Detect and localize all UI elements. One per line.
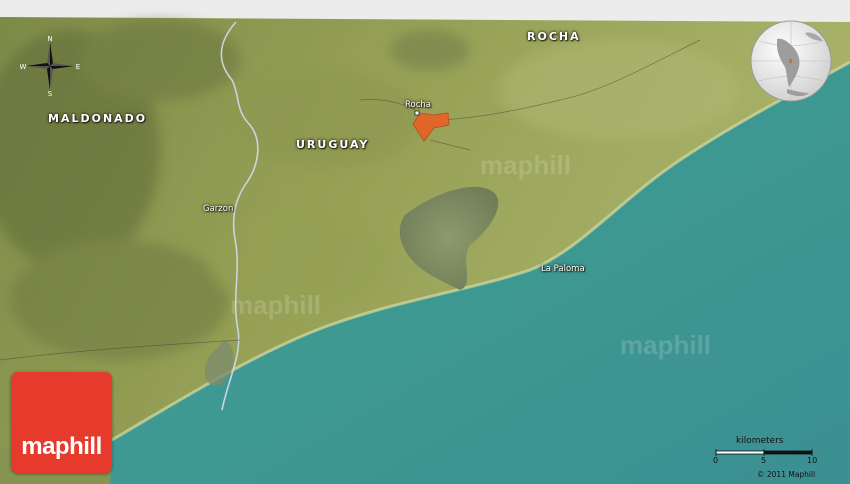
compass-w: W bbox=[20, 63, 27, 71]
scale-title: kilometers bbox=[736, 436, 784, 446]
scale-tick: 5 bbox=[761, 456, 767, 465]
region-label-maldonado[interactable]: MALDONADO bbox=[48, 112, 147, 125]
terrain-layer bbox=[0, 0, 850, 484]
compass-rose: N S W E bbox=[20, 35, 81, 98]
copyright-text: © 2011 Maphill bbox=[757, 470, 816, 479]
compass-n: N bbox=[47, 36, 52, 43]
scale-tick: 0 bbox=[713, 456, 719, 465]
logo-text: maphill bbox=[21, 433, 102, 460]
compass-icon: N S W E bbox=[20, 35, 81, 98]
maphill-logo[interactable]: maphill bbox=[11, 372, 112, 473]
city-marker-rocha bbox=[414, 110, 420, 116]
place-label-rocha[interactable]: Rocha bbox=[405, 100, 431, 110]
compass-e: E bbox=[76, 63, 80, 71]
region-label-rocha[interactable]: ROCHA bbox=[527, 30, 581, 43]
locator-globe[interactable] bbox=[749, 19, 833, 103]
scale-tick: 10 bbox=[807, 456, 818, 465]
watermark: maphill bbox=[230, 290, 322, 320]
watermark: maphill bbox=[620, 330, 712, 360]
compass-s: S bbox=[48, 90, 53, 96]
satellite-map[interactable]: maphill maphill maphill ROCHA MALDONADO … bbox=[0, 0, 850, 484]
place-label-la-paloma[interactable]: La Paloma bbox=[541, 264, 585, 274]
watermark: maphill bbox=[480, 150, 572, 180]
globe-icon bbox=[750, 20, 832, 102]
country-label[interactable]: URUGUAY bbox=[296, 138, 369, 151]
place-label-garzon[interactable]: Garzon bbox=[203, 204, 233, 214]
